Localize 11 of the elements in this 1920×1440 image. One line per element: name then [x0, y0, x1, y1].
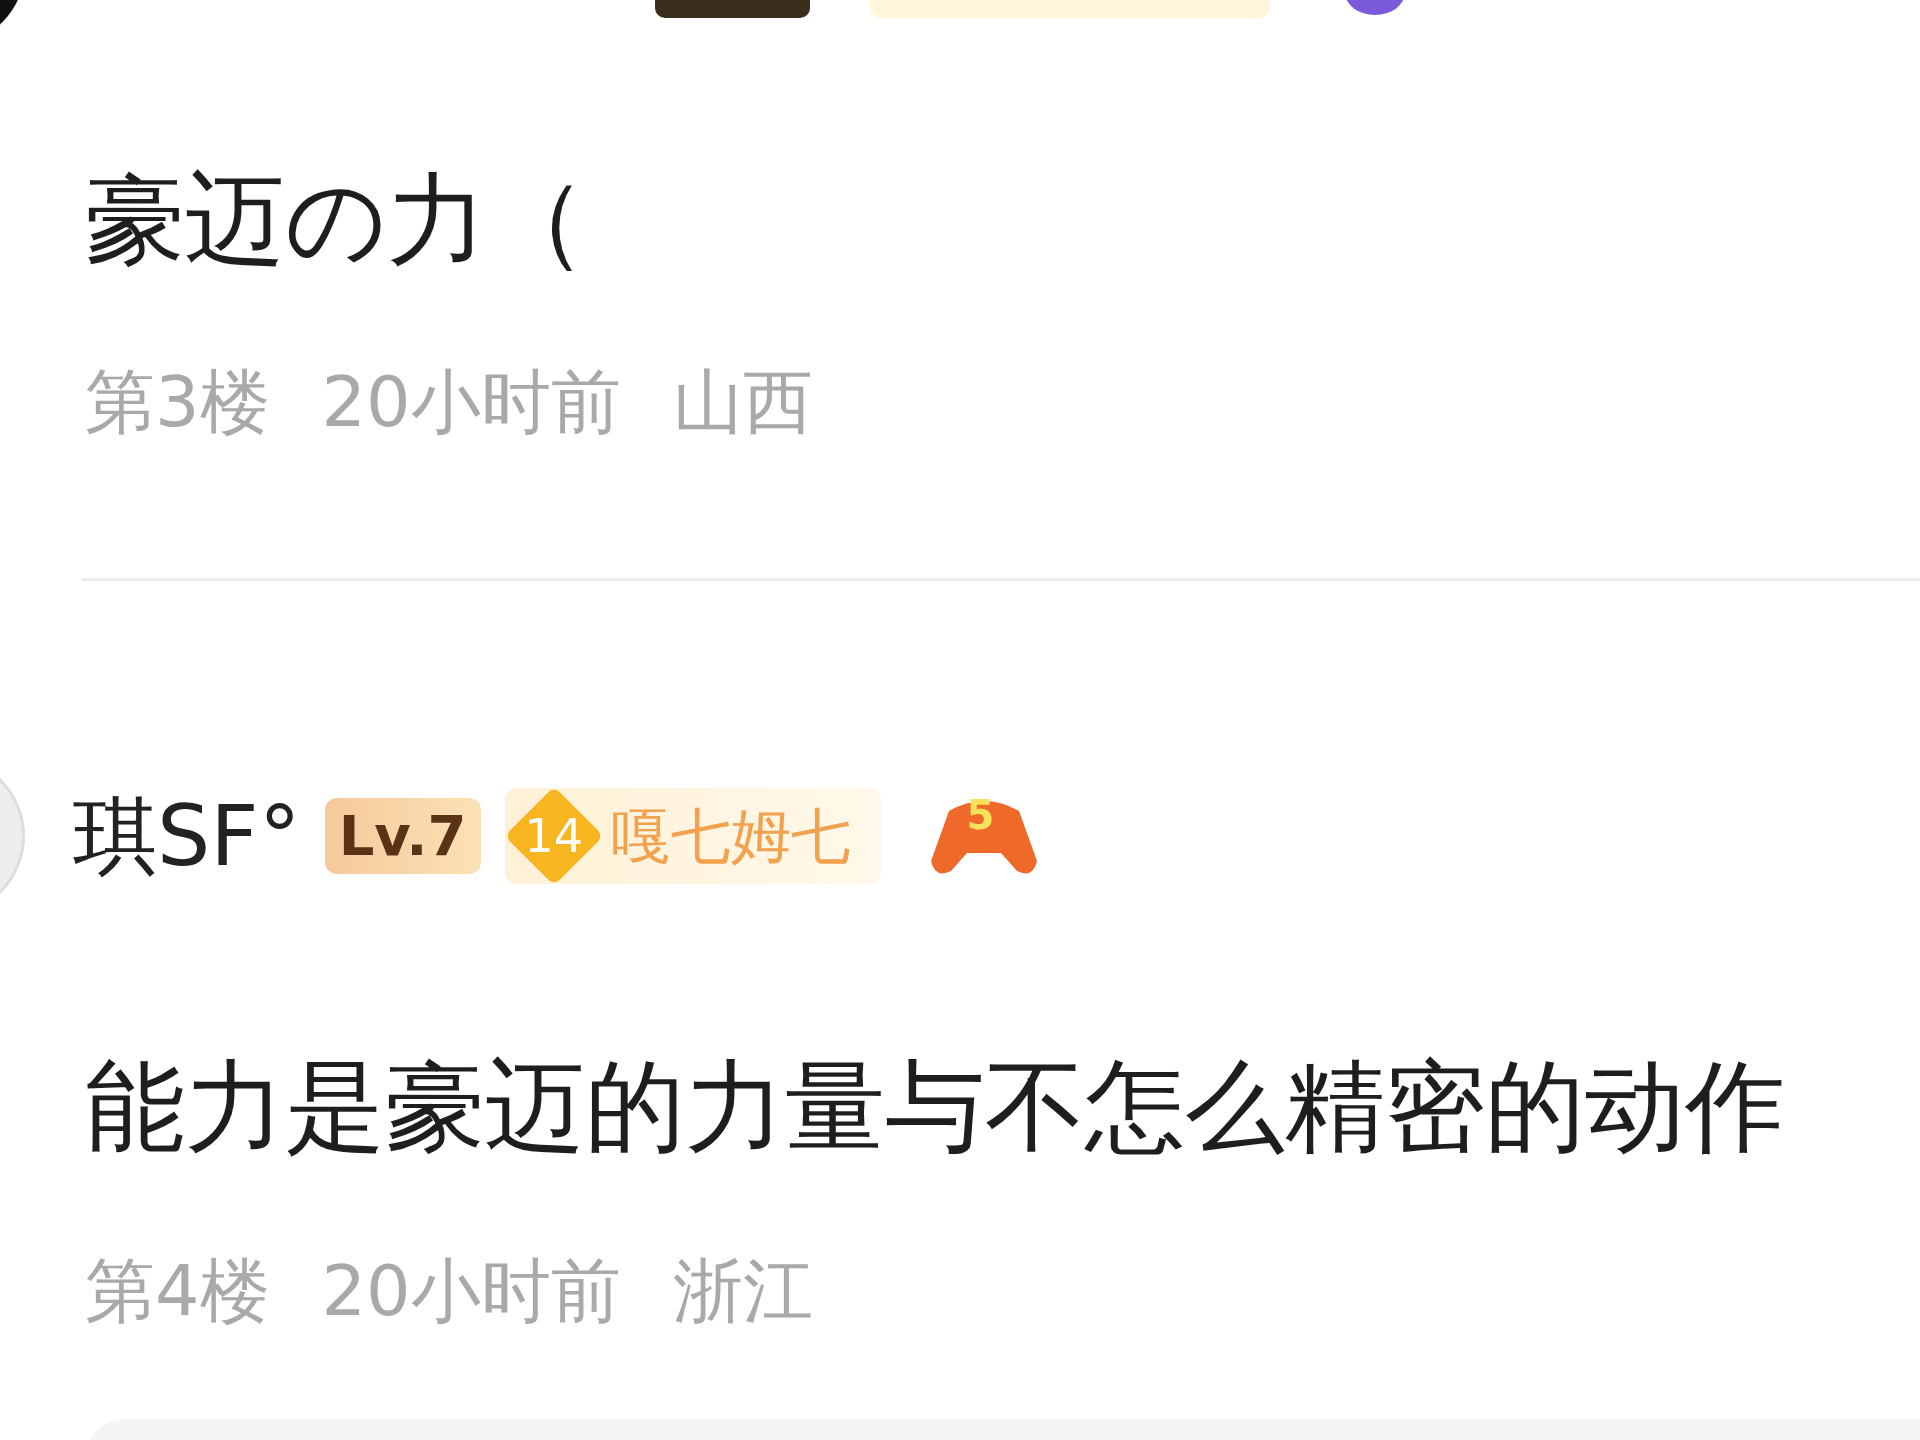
level-badge: Lv.7	[324, 798, 481, 874]
floor-number: 第4楼	[85, 1249, 270, 1333]
comment-text: 豪迈の力（	[85, 160, 588, 280]
timestamp: 20小时前	[321, 360, 621, 444]
timestamp: 20小时前	[321, 1249, 621, 1333]
username: 琪SF°	[73, 785, 301, 887]
comment-text: 能力是豪迈的力量与不怎么精密的动作	[85, 1047, 1786, 1167]
location: 浙江	[672, 1249, 813, 1333]
floor-number: 第3楼	[85, 360, 270, 444]
fan-badge: 14 嘎七姆七	[504, 788, 881, 884]
location: 山西	[672, 360, 813, 444]
